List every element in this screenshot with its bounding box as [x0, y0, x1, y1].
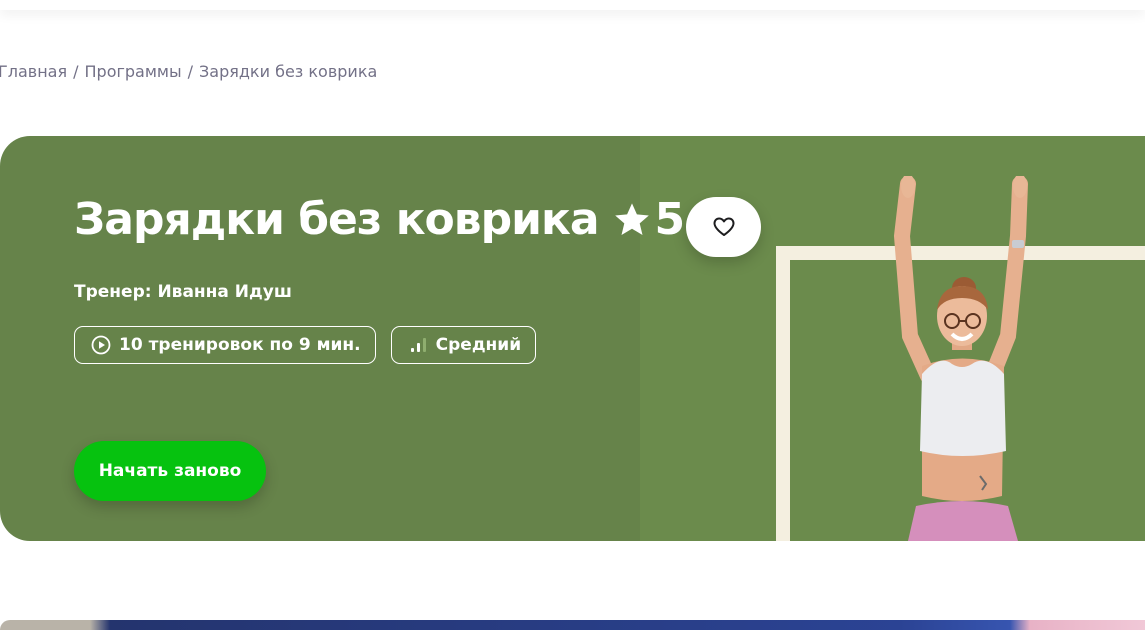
- header-bar: [0, 0, 1145, 10]
- breadcrumb-current: Зарядки без коврика: [199, 62, 378, 81]
- workouts-chip-label: 10 тренировок по 9 мин.: [119, 335, 361, 355]
- program-title-row: Зарядки без коврика 5: [74, 194, 685, 245]
- level-bars-icon: [410, 338, 426, 352]
- rating-value: 5: [654, 194, 686, 245]
- program-title: Зарядки без коврика: [74, 194, 600, 245]
- program-hero: Зарядки без коврика 5 Тренер: Иванна Иду…: [0, 136, 1145, 541]
- program-rating: 5: [611, 194, 686, 245]
- restart-button[interactable]: Начать заново: [74, 441, 266, 501]
- play-circle-icon: [91, 335, 111, 355]
- heart-icon: [713, 217, 734, 236]
- favorite-button[interactable]: [686, 197, 761, 257]
- workouts-chip: 10 тренировок по 9 мин.: [74, 326, 376, 364]
- level-chip: Средний: [390, 326, 537, 364]
- breadcrumb-separator: /: [73, 62, 79, 81]
- breadcrumb-programs[interactable]: Программы: [85, 62, 182, 81]
- star-icon: [614, 202, 649, 235]
- next-section-card: [0, 620, 1145, 630]
- program-meta-chips: 10 тренировок по 9 мин. Средний: [74, 326, 537, 364]
- trainer-photo: [893, 176, 1028, 541]
- trainer-name: Тренер: Иванна Идуш: [74, 282, 292, 302]
- breadcrumb: Главная / Программы / Зарядки без коврика: [0, 62, 377, 81]
- breadcrumb-separator: /: [187, 62, 194, 81]
- level-chip-label: Средний: [435, 335, 522, 355]
- breadcrumb-home[interactable]: Главная: [0, 62, 67, 81]
